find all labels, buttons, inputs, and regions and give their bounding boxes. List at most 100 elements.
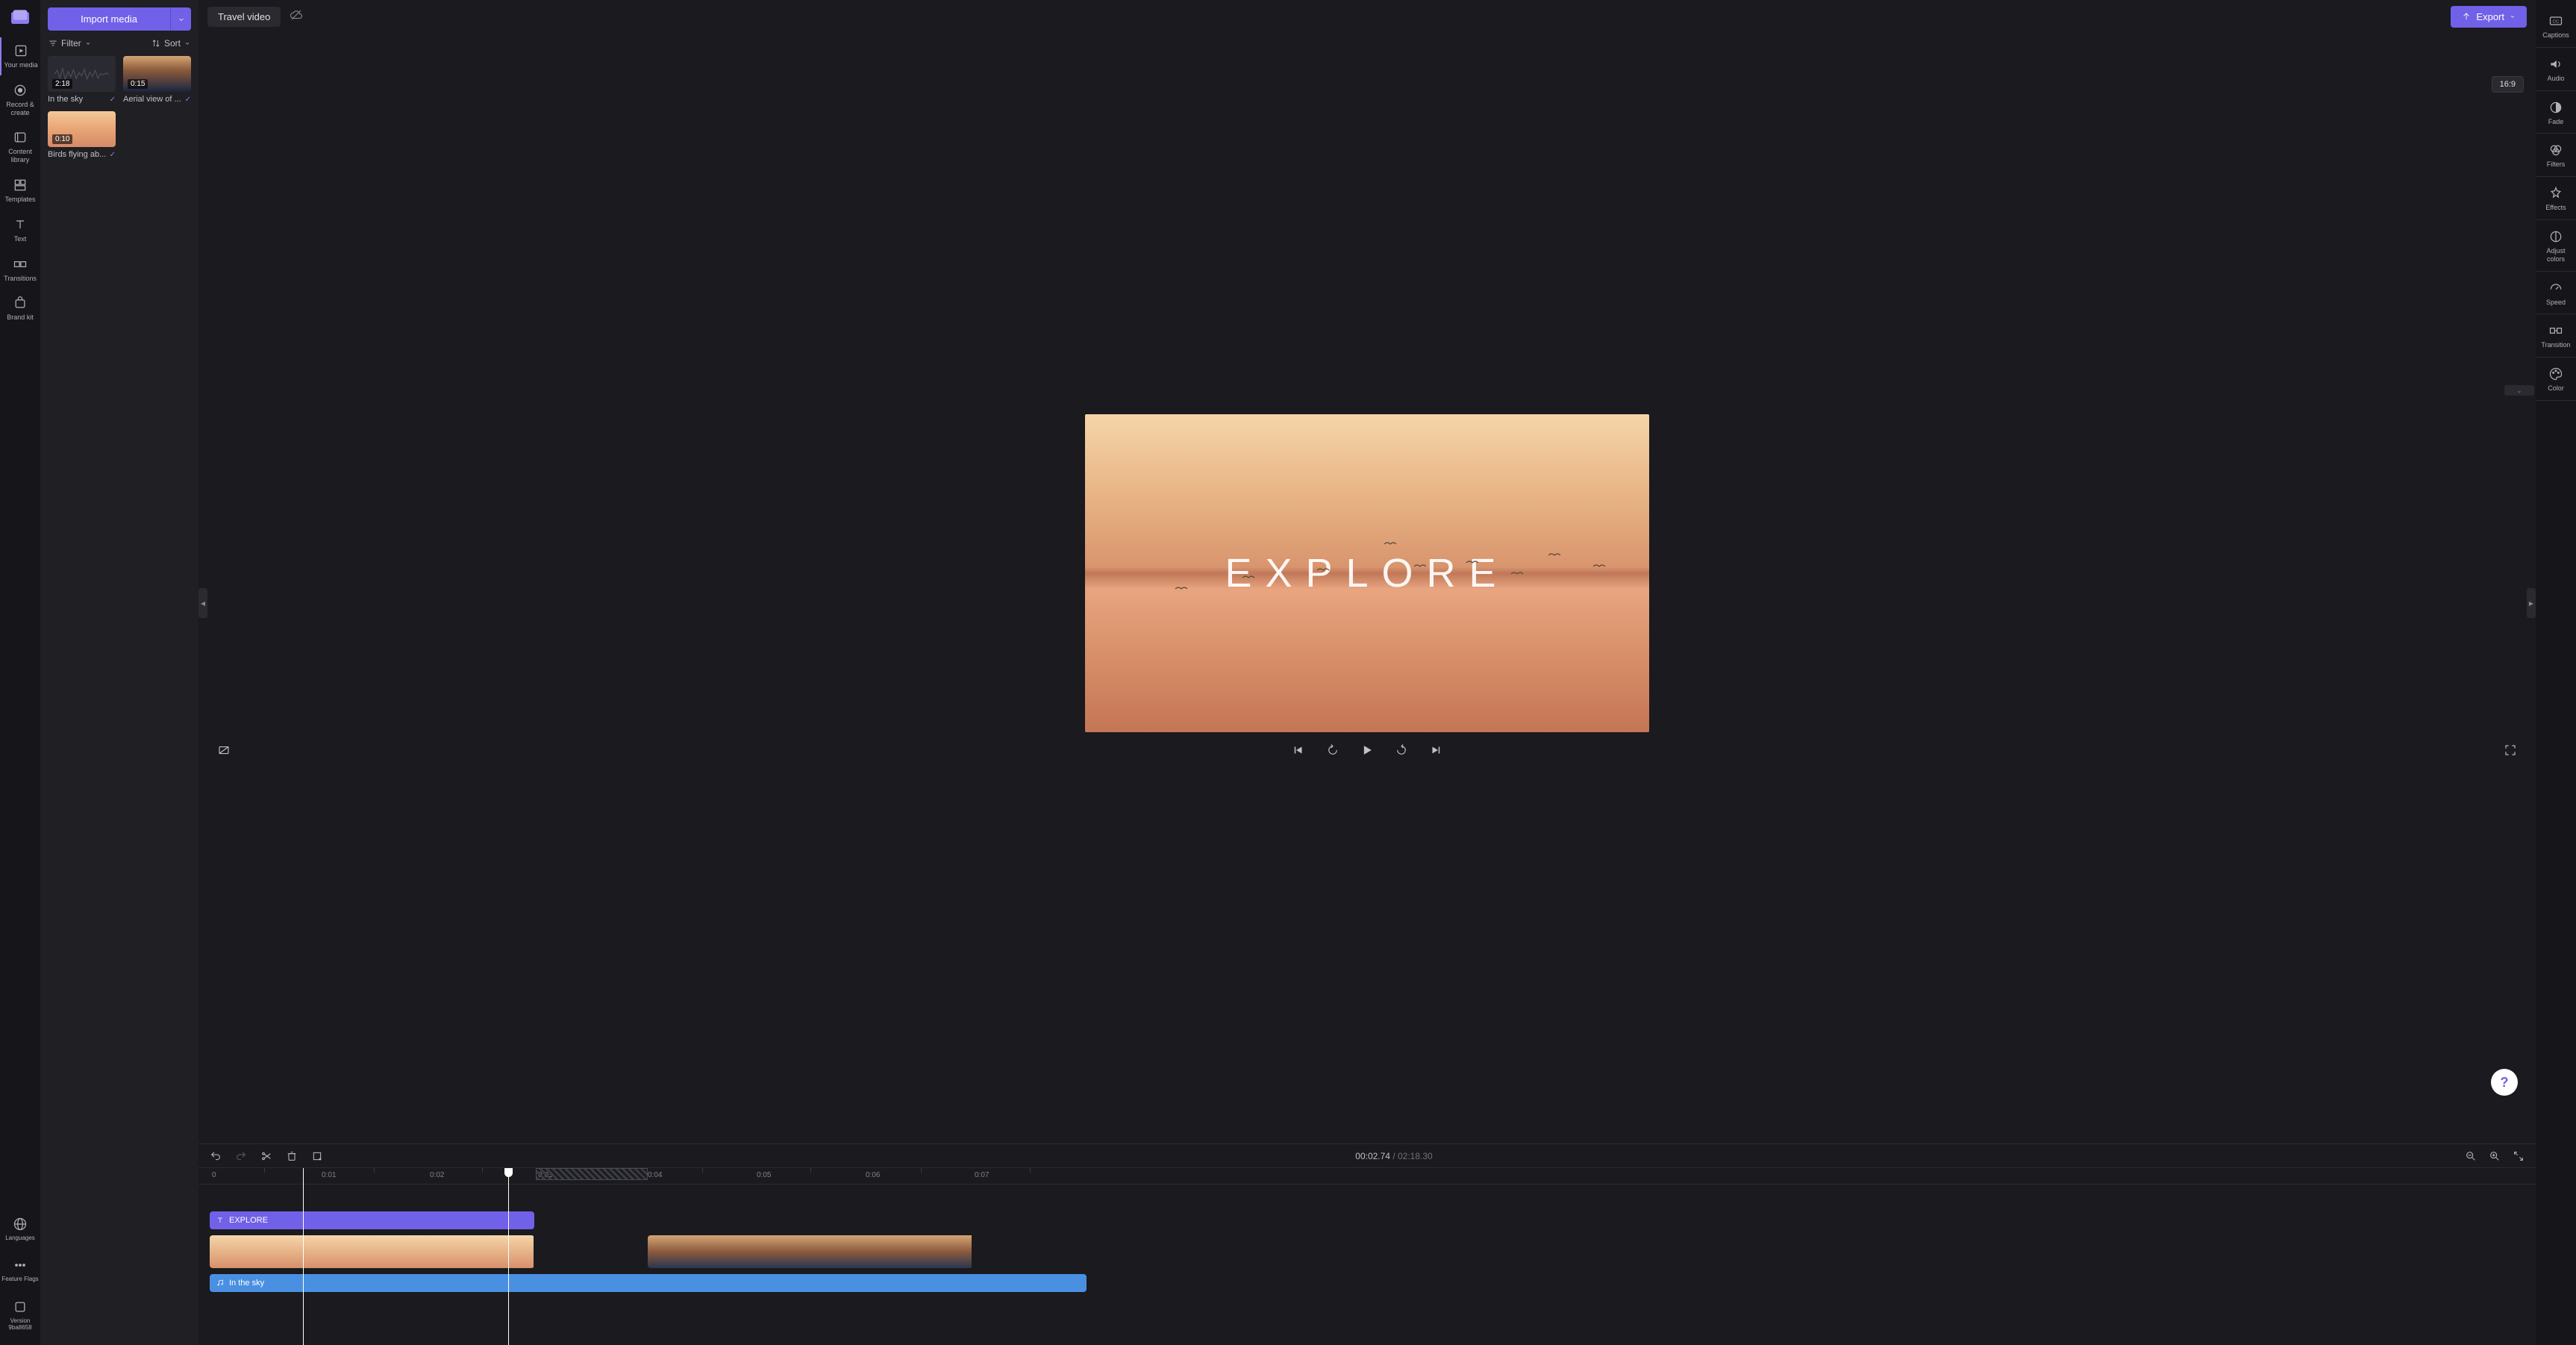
rail-languages[interactable]: Languages [0,1211,40,1248]
video-clip-2[interactable] [648,1235,975,1268]
snap-zone [536,1168,648,1180]
chevron-down-icon [184,40,191,47]
rail-text[interactable]: Text [0,211,40,249]
rail-your-media[interactable]: Your media [0,37,40,75]
filters-icon [2548,143,2563,157]
media-title: Birds flying ab... [48,150,106,159]
media-item-mountain[interactable]: 0:15 Aerial view of ... ✓ [123,56,191,104]
export-button[interactable]: Export [2451,6,2527,28]
help-button[interactable]: ? [2491,1069,2518,1096]
bird-icon [1413,564,1427,569]
split-button[interactable] [258,1148,275,1164]
rail-audio[interactable]: Audio [2536,49,2576,91]
playhead-handle[interactable] [504,1167,513,1177]
templates-icon [13,178,28,193]
ruler-minor [482,1168,483,1173]
timeline[interactable]: 0 0:01 0:02 0:03 0:04 0:05 0:06 0:07 [198,1167,2536,1345]
rail-filters[interactable]: Filters [2536,135,2576,177]
rail-label: Brand kit [7,313,34,322]
skip-back-button[interactable] [1288,740,1309,761]
zoom-in-button[interactable] [2486,1148,2503,1164]
rail-transitions[interactable]: Transitions [0,251,40,289]
collapse-right-panel[interactable]: ▶ [2527,588,2536,618]
rail-captions[interactable]: CC Captions [2536,6,2576,48]
preview-controls [198,732,2536,768]
rail-color[interactable]: Color [2536,359,2576,401]
right-panel-expand[interactable]: ⌄ [2504,385,2534,396]
forward-button[interactable] [1391,740,1412,761]
import-media-button[interactable]: Import media [48,7,170,31]
play-button[interactable] [1357,740,1378,761]
media-panel: Import media Filter Sort 2:18 [40,0,198,1345]
rail-label: Audio [2547,75,2564,83]
rail-adjust-colors[interactable]: Adjust colors [2536,222,2576,272]
video-clip-1[interactable] [210,1235,534,1268]
rail-effects[interactable]: Effects [2536,178,2576,220]
rail-content-library[interactable]: Content library [0,124,40,170]
media-duration: 0:15 [128,79,148,89]
rail-label: Fade [2548,118,2564,126]
rail-speed[interactable]: Speed [2536,273,2576,315]
rail-version[interactable]: Version 9ba8658 [0,1293,40,1338]
rail-transition[interactable]: Transition [2536,316,2576,358]
delete-button[interactable] [284,1148,300,1164]
preview-area: ◀ ▶ 16:9 EXPLORE [198,33,2536,1143]
collapse-left-panel[interactable]: ◀ [198,588,207,618]
rail-fade[interactable]: Fade [2536,93,2576,134]
check-icon: ✓ [110,96,116,104]
redo-button[interactable] [233,1148,249,1164]
undo-button[interactable] [207,1148,224,1164]
rail-label: Text [14,235,27,243]
rail-label: Version 9ba8658 [1,1317,39,1332]
fullscreen-button[interactable] [2500,740,2521,761]
rail-label: Templates [4,196,35,204]
total-time: 02:18.30 [1398,1151,1433,1161]
hide-preview-button[interactable] [213,740,234,761]
rewind-button[interactable] [1322,740,1343,761]
ruler-minor [810,1168,811,1173]
text-clip[interactable]: EXPLORE [210,1211,534,1229]
crop-button[interactable] [309,1148,325,1164]
media-title: Aerial view of ... [123,95,181,104]
time-sep: / [1390,1151,1398,1161]
media-thumb: 0:15 [123,56,191,92]
zoom-fit-button[interactable] [2510,1148,2527,1164]
media-duration: 2:18 [52,79,72,89]
media-thumb: 2:18 [48,56,116,92]
chevron-down-icon [2509,13,2516,20]
playhead-start-marker[interactable] [303,1168,304,1345]
aspect-ratio-badge[interactable]: 16:9 [2492,76,2524,93]
cloud-sync-icon[interactable] [290,8,303,25]
rail-templates[interactable]: Templates [0,172,40,210]
more-icon [13,1258,28,1273]
ruler-minor [921,1168,922,1173]
timeline-ruler[interactable]: 0 0:01 0:02 0:03 0:04 0:05 0:06 0:07 [198,1168,2536,1185]
text-icon [216,1216,225,1225]
zoom-out-button[interactable] [2463,1148,2479,1164]
app-logo[interactable] [8,6,32,30]
filter-icon [48,38,58,49]
rail-label: Transitions [4,275,37,283]
skip-forward-button[interactable] [1425,740,1446,761]
audio-clip[interactable]: In the sky [210,1274,1087,1292]
media-duration: 0:10 [52,134,72,144]
playhead[interactable] [508,1168,509,1345]
rail-label: Transition [2541,341,2570,349]
media-item-birds[interactable]: 0:10 Birds flying ab... ✓ [48,111,116,159]
sort-icon [151,38,161,49]
sort-button[interactable]: Sort [151,38,191,49]
rail-brand-kit[interactable]: Brand kit [0,290,40,328]
rail-label: Effects [2545,204,2566,212]
preview-canvas[interactable]: EXPLORE [1085,414,1649,732]
filter-button[interactable]: Filter [48,38,92,49]
rail-feature-flags[interactable]: Feature Flags [0,1252,40,1289]
canvas-text-overlay: EXPLORE [1225,550,1509,596]
import-media-chevron[interactable] [170,7,191,31]
check-icon: ✓ [185,96,191,104]
sort-label: Sort [164,38,181,49]
rail-label: Adjust colors [2537,247,2575,263]
ruler-minor [264,1168,265,1173]
rail-record-create[interactable]: Record & create [0,77,40,123]
media-item-audio[interactable]: 2:18 In the sky ✓ [48,56,116,104]
project-title[interactable]: Travel video [207,7,281,27]
